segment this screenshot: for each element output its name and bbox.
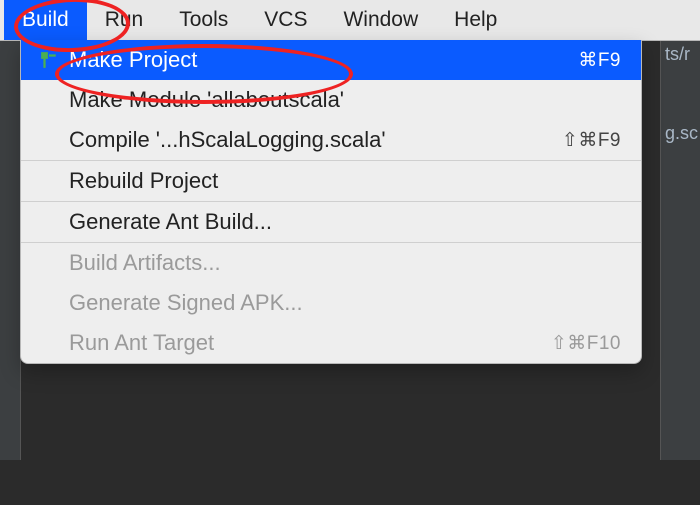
menu-item-shortcut: ⌘F9 [578, 49, 621, 72]
menu-build[interactable]: Build [4, 0, 87, 40]
menu-item-make-module[interactable]: Make Module 'allaboutscala' [21, 80, 641, 120]
menu-item-compile[interactable]: Compile '...hScalaLogging.scala' ⇧⌘F9 [21, 120, 641, 160]
menu-item-label: Run Ant Target [35, 330, 551, 356]
build-menu-dropdown: Make Project ⌘F9 Make Module 'allaboutsc… [20, 40, 642, 364]
menu-item-rebuild-project[interactable]: Rebuild Project [21, 161, 641, 201]
menubar: Build Run Tools VCS Window Help [0, 0, 700, 41]
menu-item-generate-signed-apk[interactable]: Generate Signed APK... [21, 283, 641, 323]
menu-item-label: Make Module 'allaboutscala' [35, 87, 621, 113]
editor-area [0, 460, 700, 505]
menu-item-label: Compile '...hScalaLogging.scala' [35, 127, 562, 153]
editor-frag-1: ts/r [665, 44, 696, 65]
menu-item-make-project[interactable]: Make Project ⌘F9 [21, 40, 641, 80]
menu-window[interactable]: Window [325, 0, 436, 40]
build-hammer-icon [35, 51, 63, 69]
menu-help[interactable]: Help [436, 0, 515, 40]
menu-item-label: Make Project [63, 47, 578, 73]
menu-tools[interactable]: Tools [161, 0, 246, 40]
menu-item-run-ant-target[interactable]: Run Ant Target ⇧⌘F10 [21, 323, 641, 363]
editor-gutter [0, 40, 21, 505]
menu-item-build-artifacts[interactable]: Build Artifacts... [21, 243, 641, 283]
menu-vcs[interactable]: VCS [246, 0, 325, 40]
menu-item-label: Rebuild Project [35, 168, 621, 194]
menu-item-label: Generate Signed APK... [35, 290, 621, 316]
menu-item-shortcut: ⇧⌘F10 [551, 332, 621, 355]
menu-item-generate-ant-build[interactable]: Generate Ant Build... [21, 202, 641, 242]
menu-item-label: Generate Ant Build... [35, 209, 621, 235]
editor-tabs-fragment: ts/r g.sc [660, 40, 700, 505]
menu-run[interactable]: Run [87, 0, 162, 40]
menu-item-shortcut: ⇧⌘F9 [562, 129, 621, 152]
editor-frag-2: g.sc [665, 123, 696, 144]
menu-item-label: Build Artifacts... [35, 250, 621, 276]
